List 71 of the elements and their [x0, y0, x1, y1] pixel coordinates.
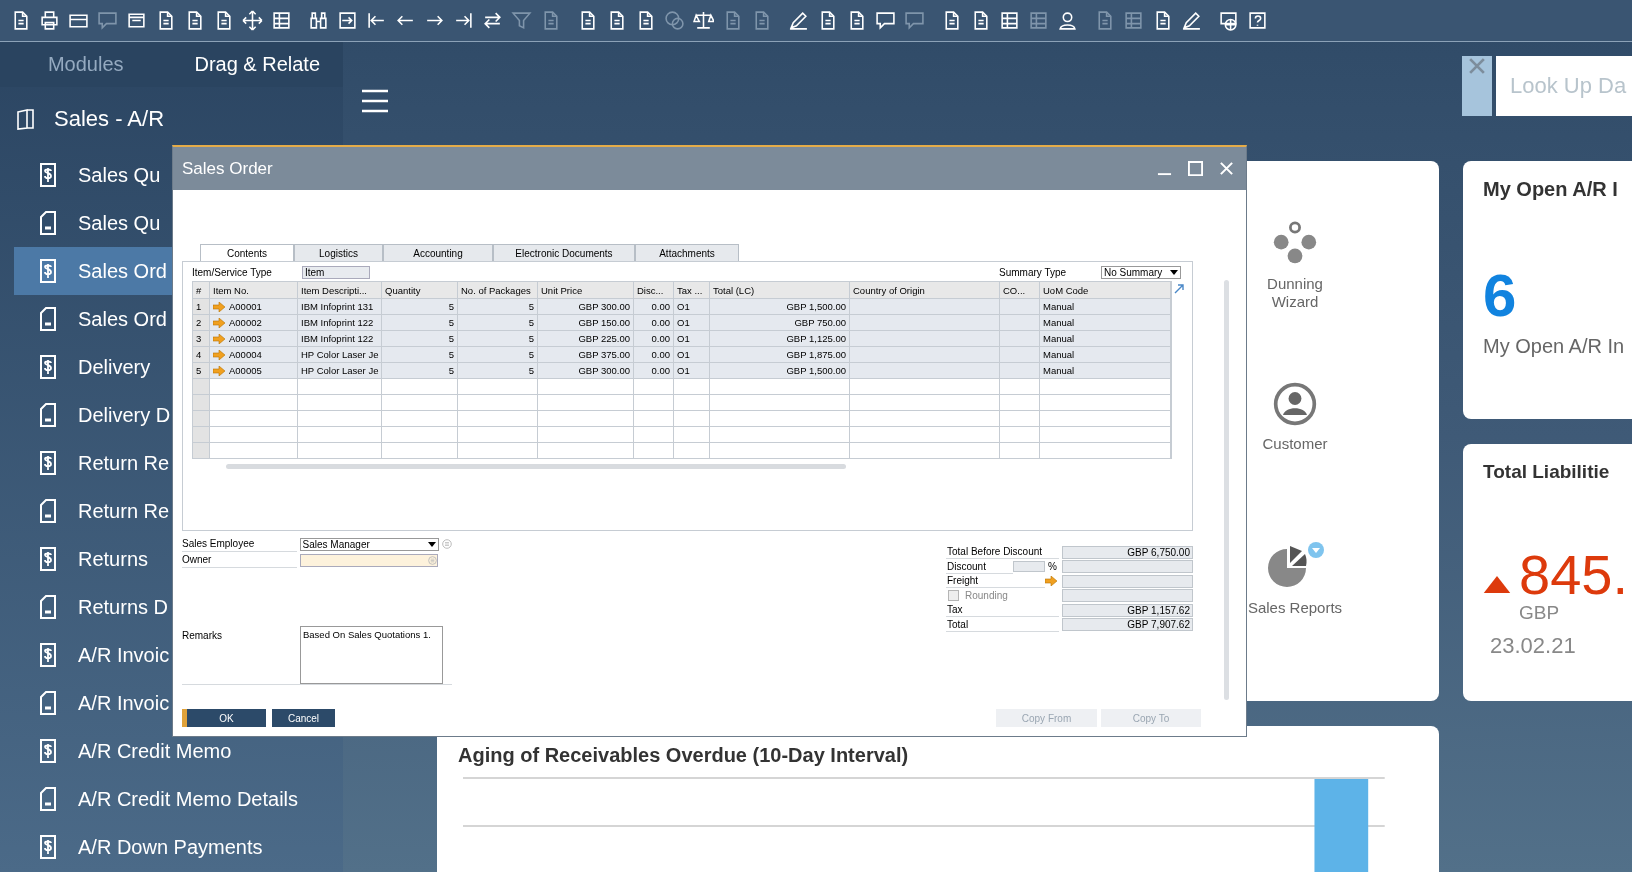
table-cell: GBP 1,500.00: [710, 363, 850, 379]
kpi-caption: My Open A/R In: [1483, 335, 1625, 358]
percent-sign: %: [1048, 561, 1057, 573]
field-label: Item/Service Type: [192, 266, 273, 278]
field-label: Total: [946, 617, 1059, 632]
table-cell: 5: [382, 315, 458, 331]
row-number: 3: [193, 331, 210, 347]
table-cell: 5: [458, 331, 538, 347]
table-cell: 0.00: [634, 315, 674, 331]
table-cell: 5: [382, 347, 458, 363]
table-cell: Manual: [1040, 315, 1171, 331]
table-cell: GBP 225.00: [538, 331, 634, 347]
field-label: Total Before Discount: [946, 545, 1059, 560]
table-cell: O1: [674, 299, 710, 315]
table-cell: 5: [458, 347, 538, 363]
row-number: 1: [193, 299, 210, 315]
table-cell: GBP 300.00: [538, 363, 634, 379]
field-label: Tax: [946, 603, 1059, 618]
kpi-title: My Open A/R I: [1483, 178, 1618, 201]
table-cell: Manual: [1040, 347, 1171, 363]
table-cell: GBP 375.00: [538, 347, 634, 363]
row-number: 2: [193, 315, 210, 331]
field-label: Summary Type: [999, 266, 1068, 278]
table-cell: 5: [458, 315, 538, 331]
table-cell: GBP 300.00: [538, 299, 634, 315]
card-title: Aging of Receivables Overdue (10-Day Interval): [458, 744, 910, 767]
item-number: A00001: [229, 300, 262, 314]
table-cell: O1: [674, 347, 710, 363]
table-cell: 0.00: [634, 347, 674, 363]
table-cell: IBM Infoprint 122: [298, 331, 382, 347]
kpi-date: 23.02.21: [1490, 633, 1576, 659]
field-label: Remarks: [182, 629, 223, 643]
table-cell: HP Color Laser Je: [298, 363, 382, 379]
table-cell: 0.00: [634, 331, 674, 347]
table-cell: HP Color Laser Je: [298, 347, 382, 363]
table-cell: GBP 750.00: [710, 315, 850, 331]
table-cell: 5: [382, 331, 458, 347]
table-cell: 5: [458, 299, 538, 315]
row-number: 4: [193, 347, 210, 363]
table-cell: GBP 1,500.00: [710, 299, 850, 315]
table-cell: IBM Infoprint 131: [298, 299, 382, 315]
table-cell: O1: [674, 331, 710, 347]
field-label: Owner: [182, 552, 297, 568]
kpi-value: 845.: [1519, 547, 1628, 603]
kpi-value: 6: [1483, 263, 1517, 329]
module-title: Sales - A/R: [54, 106, 165, 132]
kpi-title: Total Liabilitie: [1483, 461, 1610, 483]
table-cell: GBP 1,875.00: [710, 347, 850, 363]
table-cell: IBM Infoprint 122: [298, 315, 382, 331]
item-number: A00003: [229, 332, 262, 346]
table-cell: GBP 150.00: [538, 315, 634, 331]
item-number: A00005: [229, 364, 262, 378]
field-label: Sales Employee: [182, 536, 297, 552]
table-cell: Manual: [1040, 363, 1171, 379]
checkbox-label: Rounding: [965, 590, 1008, 602]
item-number: A00002: [229, 316, 262, 330]
table-cell: 0.00: [634, 299, 674, 315]
item-number: A00004: [229, 348, 262, 362]
window-title: Sales Order: [182, 158, 273, 179]
table-cell: 5: [458, 363, 538, 379]
table-cell: 5: [382, 299, 458, 315]
table-cell: Manual: [1040, 331, 1171, 347]
table-cell: GBP 1,125.00: [710, 331, 850, 347]
table-cell: 0.00: [634, 363, 674, 379]
row-number: 5: [193, 363, 210, 379]
table-cell: O1: [674, 363, 710, 379]
table-cell: Manual: [1040, 299, 1171, 315]
field-label: Freight: [946, 574, 1045, 589]
table-cell: 5: [382, 363, 458, 379]
table-cell: O1: [674, 315, 710, 331]
kpi-unit: GBP: [1519, 603, 1560, 623]
